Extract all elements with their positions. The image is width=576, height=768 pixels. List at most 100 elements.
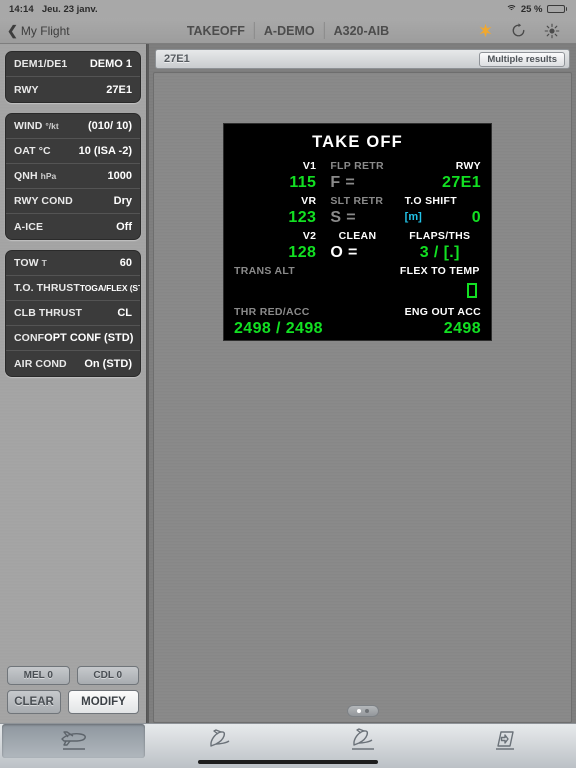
airplane-landing-icon [351,728,374,750]
refresh-icon[interactable] [511,23,526,38]
sidebar-row[interactable]: CLB THRUST CL [6,301,140,326]
body-container: DEM1/DE1 DEMO 1 RWY 27E1 WIND °/kt (010/ 10) OA… [0,44,576,723]
breadcrumb: TAKEOFF A-DEMO A320-AIB [178,22,398,39]
value-v2[interactable]: 128 [234,243,316,262]
value-flaps-ths[interactable]: 3 / [.] [399,243,481,262]
nav-actions [478,23,576,39]
sidebar-row[interactable]: DEM1/DE1 DEMO 1 [6,52,140,77]
sidebar-groups: DEM1/DE1 DEMO 1 RWY 27E1 WIND °/kt (010/ 10) OA… [5,51,141,387]
sparkle-icon[interactable] [478,23,493,38]
clear-button[interactable]: CLEAR [7,690,61,714]
page-indicator[interactable] [346,705,379,717]
sidebar-row[interactable]: QNH hPa 1000 [6,164,140,189]
mcdu-row-vr: VR SLT RETR T.O SHIFT 123 S = [m] 0 [234,192,481,227]
brightness-icon[interactable] [544,23,560,39]
sidebar-row-value: CL [117,307,132,319]
parameters-sidebar: DEM1/DE1 DEMO 1 RWY 27E1 WIND °/kt (010/ 10) OA… [0,44,147,723]
value-eng-out-acc[interactable]: 2498 [399,319,481,338]
airplane-takeoff-icon [60,731,86,750]
label-rwy: RWY [455,160,481,172]
back-button[interactable]: ❮ My Flight [0,24,70,38]
sidebar-row[interactable]: RWY COND Dry [6,189,140,214]
value-to-shift[interactable]: 0 [472,208,481,227]
ios-status-bar: 14:14 Jeu. 23 janv. 25 % [0,0,576,18]
sidebar-row-label: RWY [14,83,39,96]
label-trans-alt: TRANS ALT [234,265,296,277]
sidebar-row-value: 27E1 [106,83,132,96]
unit-to-shift-meters: [m] [404,211,422,223]
status-time: 14:14 [9,3,34,15]
label-flp-retr: FLP RETR [330,160,384,172]
modify-button[interactable]: MODIFY [68,690,139,714]
breadcrumb-aircraft[interactable]: A320-AIB [325,24,399,38]
label-eng-out-acc: ENG OUT ACC [404,306,481,318]
sidebar-row[interactable]: TOW T 60 [6,251,140,276]
sidebar-row-label: CLB THRUST [14,307,83,319]
sidebar-row-unit: hPa [40,171,57,181]
navigation-bar: ❮ My Flight TAKEOFF A-DEMO A320-AIB [0,18,576,44]
label-vr: VR [301,195,317,207]
sidebar-row-value: 10 (ISA -2) [78,145,132,157]
chevron-left-icon: ❮ [7,23,18,38]
mcdu-row-v2: V2 CLEAN FLAPS/THS 128 O = 3 / [.] [234,227,481,262]
sidebar-row-value: On (STD) [84,357,132,370]
sidebar-row-value: OPT CONF (STD) [44,332,134,344]
results-canvas: TAKE OFF V1 FLP RETR RWY 115 F = 27E1 VR… [153,72,572,723]
airplane-climb-icon [209,729,229,747]
tab-takeoff[interactable] [2,724,145,758]
bottom-tab-bar [0,723,576,768]
battery-percent-label: 25 % [520,3,543,15]
results-header-bar: 27E1 Multiple results [155,49,570,69]
breadcrumb-takeoff[interactable]: TAKEOFF [178,24,254,38]
mel-button[interactable]: MEL 0 [7,666,70,685]
mcdu-title: TAKE OFF [312,133,403,151]
sidebar-row-label: DEM1/DE1 [14,58,68,70]
value-v1[interactable]: 115 [234,173,316,192]
value-flp-retr: F = [330,174,356,191]
value-vr[interactable]: 123 [234,208,316,227]
sidebar-row[interactable]: T.O. THRUSTTOGA/FLEX (STD) °C [6,276,140,301]
sidebar-row-value: DEMO 1 [89,58,132,70]
sidebar-row[interactable]: RWY 27E1 [6,77,140,102]
results-title: 27E1 [164,53,190,65]
sidebar-row-label: QNH [14,170,38,182]
home-indicator [198,760,378,764]
wifi-icon [505,4,517,14]
breadcrumb-airline[interactable]: A-DEMO [255,24,324,38]
multiple-results-button[interactable]: Multiple results [479,51,565,67]
main-content: 27E1 Multiple results TAKE OFF V1 FLP RE… [147,44,576,723]
tab-climb[interactable] [147,724,290,758]
page-dot-active [356,709,361,713]
value-thr-red-acc[interactable]: 2498 / 2498 [234,319,399,338]
tab-documents[interactable] [433,724,576,758]
sidebar-row[interactable]: OAT °C 10 (ISA -2) [6,139,140,164]
sidebar-row-label: OAT °C [14,145,51,157]
mcdu-row-v1: V1 FLP RETR RWY 115 F = 27E1 [234,160,481,192]
mcdu-row-thr-red-acc: THR RED/ACC ENG OUT ACC 2498 / 2498 2498 [234,300,481,338]
sidebar-row-label: RWY COND [14,195,73,207]
label-to-shift: T.O SHIFT [404,195,457,207]
sidebar-card: WIND °/kt (010/ 10) OAT °C 10 (ISA -2) QNH hPa… [5,113,141,240]
sidebar-row[interactable]: CONF OPT CONF (STD) [6,326,140,351]
cdl-button[interactable]: CDL 0 [76,666,139,685]
status-right-group: 25 % [505,3,567,15]
clear-modify-button-row: CLEAR MODIFY [5,690,141,723]
label-slt-retr: SLT RETR [330,195,384,207]
document-arrow-icon [495,731,514,750]
sidebar-row-value: Dry [113,195,132,207]
sidebar-row[interactable]: AIR COND On (STD) [6,351,140,376]
value-slt-retr: S = [330,209,356,226]
label-v2: V2 [302,230,317,242]
sidebar-row-label: TOW [14,257,39,269]
mel-cdl-button-row: MEL 0 CDL 0 [5,666,141,690]
battery-icon [546,4,567,14]
sidebar-row[interactable]: WIND °/kt (010/ 10) [6,114,140,139]
value-rwy[interactable]: 27E1 [399,173,481,192]
app-root: 14:14 Jeu. 23 janv. 25 % ❮ My Flight TAK… [0,0,576,768]
back-button-label: My Flight [20,23,70,38]
mcdu-row-trans-alt: TRANS ALT FLEX TO TEMP [234,262,481,300]
tab-landing[interactable] [290,724,433,758]
sidebar-row[interactable]: A-ICE Off [6,214,140,239]
value-flex-to-temp-empty-box[interactable] [467,283,477,299]
